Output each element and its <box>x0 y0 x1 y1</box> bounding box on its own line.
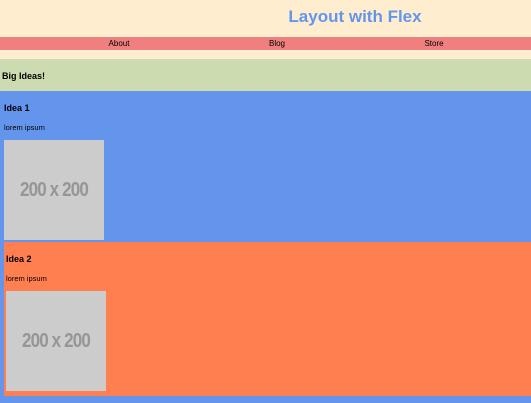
site-title: Layout with Flex <box>288 7 422 26</box>
main-nav: About Blog Store <box>0 37 531 50</box>
placeholder-image: 200 x 200 <box>4 140 104 240</box>
section-header: Big Ideas! <box>0 59 531 91</box>
placeholder-image: 200 x 200 <box>6 291 106 391</box>
site-header: Layout with Flex <box>0 0 531 37</box>
section-title: Big Ideas! <box>2 71 46 81</box>
placeholder-image-label: 200 x 200 <box>19 178 89 201</box>
idea-card-1: Idea 1 lorem ipsum 200 x 200 <box>2 91 531 242</box>
idea-text: lorem ipsum <box>6 274 47 283</box>
ideas-container: Idea 1 lorem ipsum 200 x 200 Idea 2 lore… <box>0 91 531 403</box>
nav-link-blog[interactable]: Blog <box>269 37 285 50</box>
idea-card-2: Idea 2 lorem ipsum 200 x 200 <box>4 242 531 396</box>
idea-title: Idea 2 <box>6 254 32 264</box>
nav-link-about[interactable]: About <box>109 37 130 50</box>
idea-text: lorem ipsum <box>4 123 45 132</box>
idea-title: Idea 1 <box>4 103 30 113</box>
placeholder-image-label: 200 x 200 <box>21 329 91 352</box>
nav-link-store[interactable]: Store <box>424 37 443 50</box>
header-spacer <box>0 50 531 59</box>
page: Layout with Flex About Blog Store Big Id… <box>0 0 531 403</box>
